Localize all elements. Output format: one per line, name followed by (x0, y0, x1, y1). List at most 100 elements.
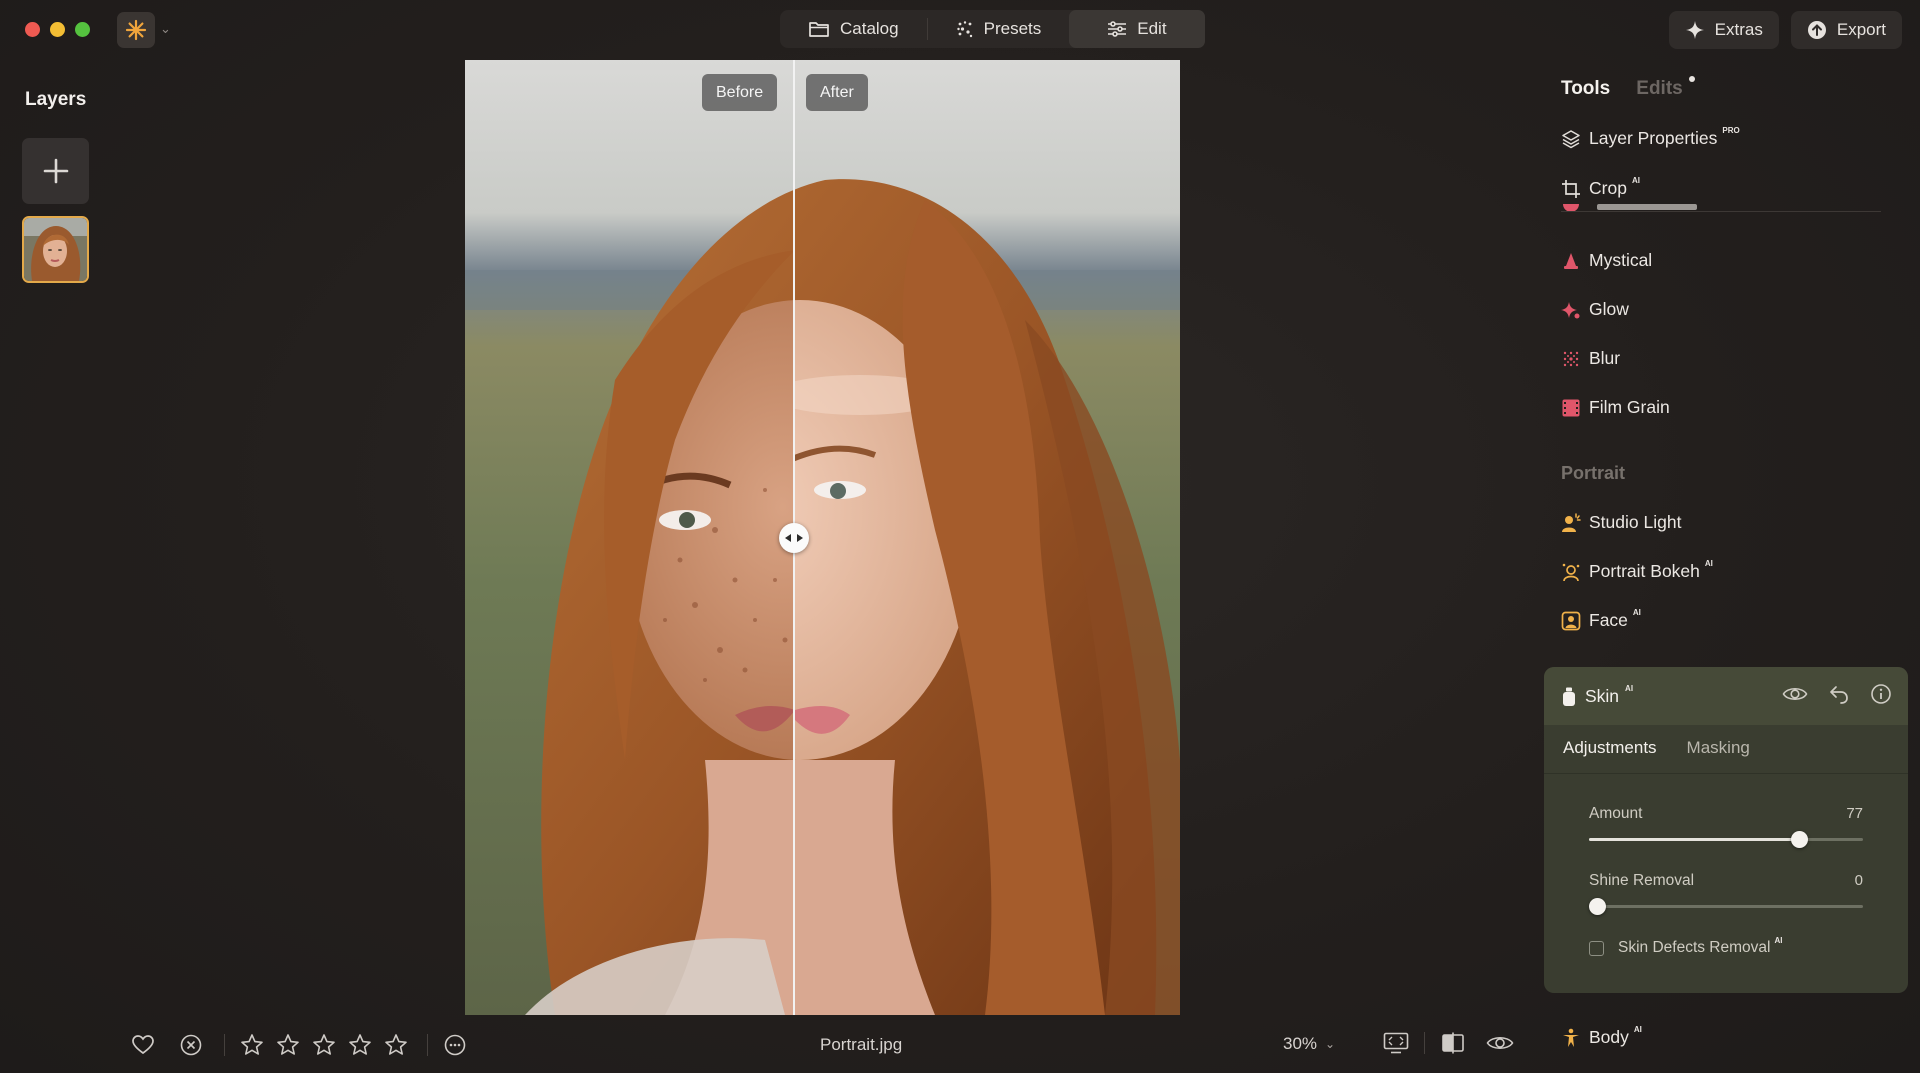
top-right-actions: Extras Export (1668, 11, 1902, 49)
reject-button[interactable] (178, 1032, 204, 1058)
star-1[interactable] (239, 1032, 265, 1058)
shine-removal-label: Shine Removal (1589, 872, 1695, 889)
photo-canvas[interactable] (465, 60, 1180, 1015)
window-controls (25, 22, 90, 37)
add-layer-button[interactable] (22, 138, 89, 204)
skin-label: Skin (1585, 686, 1620, 706)
shine-removal-value: 0 (1854, 872, 1863, 889)
preview-toggle-button[interactable] (1485, 1030, 1515, 1056)
compare-toggle-button[interactable] (1439, 1030, 1467, 1056)
amount-slider-knob[interactable] (1791, 831, 1809, 848)
tool-portrait-bokeh[interactable]: Portrait Bokeh AI (1561, 559, 1713, 582)
export-button[interactable]: Export (1790, 11, 1902, 49)
shine-removal-slider-knob[interactable] (1589, 898, 1606, 915)
plus-icon (43, 158, 68, 184)
glow-icon (1561, 300, 1581, 320)
tab-edits[interactable]: Edits (1636, 76, 1695, 100)
close-window-button[interactable] (25, 22, 40, 37)
sliders-icon (1108, 21, 1127, 37)
filename-label: Portrait.jpg (820, 1035, 903, 1054)
monitor-fit-icon (1383, 1032, 1409, 1054)
tool-label: Layer Properties (1589, 128, 1718, 148)
drag-arrows-icon (785, 534, 803, 542)
tool-label: Film Grain (1589, 397, 1670, 417)
app-window: ⌄ Catalog Presets Edit Extras Export Lay… (0, 0, 1920, 1073)
amount-label: Amount (1589, 805, 1643, 822)
scrolled-tool-remnant (1561, 203, 1881, 215)
blur-icon (1561, 349, 1581, 369)
ai-badge: AI (1633, 1025, 1642, 1034)
favorite-button[interactable] (130, 1032, 156, 1058)
fit-screen-button[interactable] (1382, 1030, 1410, 1056)
tab-masking[interactable]: Masking (1687, 738, 1750, 758)
ai-badge: AI (1631, 176, 1640, 185)
face-icon (1561, 611, 1581, 631)
zoom-value: 30% (1283, 1034, 1318, 1053)
chevron-down-icon: ⌄ (1325, 1037, 1336, 1051)
toolbar-separator (224, 1034, 225, 1056)
star-2[interactable] (275, 1032, 301, 1058)
info-icon[interactable] (1870, 683, 1892, 705)
chevron-down-icon[interactable]: ⌄ (160, 21, 171, 37)
star-icon (385, 1034, 407, 1055)
view-controls (1382, 1030, 1515, 1056)
ai-badge: AI (1704, 559, 1713, 568)
rating-bar (130, 1032, 468, 1058)
tool-label: Studio Light (1589, 512, 1682, 532)
star-3[interactable] (311, 1032, 337, 1058)
undo-icon[interactable] (1828, 683, 1850, 705)
more-options-button[interactable] (442, 1032, 468, 1058)
skin-actions (1782, 683, 1892, 705)
extras-label: Extras (1714, 20, 1763, 39)
star-icon (349, 1034, 371, 1055)
amount-value: 77 (1846, 805, 1863, 822)
maximize-window-button[interactable] (75, 22, 90, 37)
layers-icon (1561, 129, 1581, 149)
toolbar-separator (1424, 1032, 1425, 1054)
edit-tab[interactable]: Edit (1069, 10, 1205, 48)
star-5[interactable] (383, 1032, 409, 1058)
star-icon (277, 1034, 299, 1055)
zoom-selector[interactable]: 30% ⌄ (1283, 1034, 1335, 1054)
crop-icon (1561, 179, 1581, 199)
tool-glow[interactable]: Glow (1561, 299, 1629, 320)
skin-defects-removal-option[interactable]: Skin Defects Removal AI (1589, 935, 1783, 957)
tool-body[interactable]: Body AI (1561, 1025, 1642, 1048)
tool-blur[interactable]: Blur (1561, 348, 1620, 369)
star-4[interactable] (347, 1032, 373, 1058)
body-icon (1561, 1028, 1581, 1048)
reject-circle-x-icon (180, 1034, 202, 1056)
eye-icon[interactable] (1782, 683, 1808, 705)
amount-slider-fill (1589, 838, 1800, 841)
panel-tabs: Tools Edits (1561, 76, 1695, 100)
extras-button[interactable]: Extras (1668, 11, 1779, 49)
minimize-window-button[interactable] (50, 22, 65, 37)
shine-removal-slider-track[interactable] (1589, 905, 1863, 908)
ai-badge: AI (1774, 935, 1783, 945)
catalog-tab[interactable]: Catalog (780, 10, 927, 48)
eye-icon (1486, 1036, 1514, 1050)
tool-face[interactable]: Face AI (1561, 608, 1641, 631)
tab-tools[interactable]: Tools (1561, 78, 1610, 100)
tool-layer-properties[interactable]: Layer Properties PRO (1561, 126, 1740, 149)
tool-studio-light[interactable]: Studio Light (1561, 512, 1681, 533)
layer-thumbnail[interactable] (22, 216, 89, 283)
edits-indicator-dot (1688, 76, 1695, 82)
skin-defects-checkbox[interactable] (1589, 940, 1604, 956)
presets-tab[interactable]: Presets (928, 10, 1070, 48)
skin-tabs: Adjustments Masking (1563, 738, 1750, 758)
sparkle-dots-icon (956, 21, 972, 38)
export-label: Export (1836, 20, 1886, 39)
more-circle-icon (444, 1034, 466, 1056)
tool-label: Blur (1589, 348, 1621, 368)
export-upload-icon (1807, 21, 1826, 39)
tool-mystical[interactable]: Mystical (1561, 250, 1652, 271)
mode-switch: Catalog Presets Edit (780, 10, 1205, 48)
tab-adjustments[interactable]: Adjustments (1563, 738, 1657, 758)
tool-crop[interactable]: Crop AI (1561, 176, 1640, 199)
tool-film-grain[interactable]: Film Grain (1561, 397, 1670, 418)
tool-label: Mystical (1589, 250, 1653, 270)
star-icon (241, 1034, 263, 1055)
app-menu-button[interactable] (117, 12, 155, 48)
compare-handle[interactable] (779, 523, 809, 553)
